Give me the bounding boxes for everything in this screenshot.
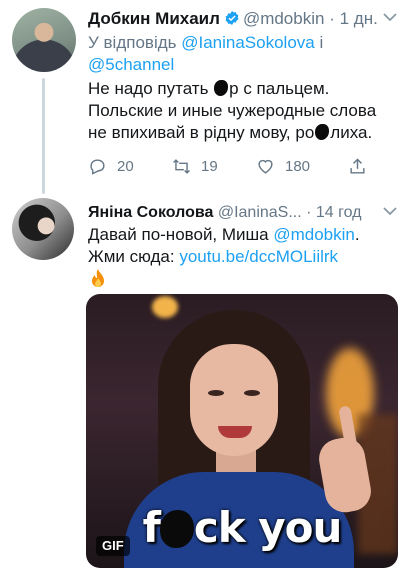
retweet-button[interactable]: 19 (172, 155, 218, 177)
reply-prefix: У відповідь (88, 33, 177, 52)
verified-badge-icon (225, 11, 239, 25)
text-line: Жми сюда: (88, 247, 180, 266)
author-name[interactable]: Добкин Михаил (88, 9, 220, 28)
retweet-icon (173, 158, 190, 174)
text-line: Не надо путать (88, 79, 214, 98)
gif-media[interactable]: f ck you GIF (86, 294, 398, 568)
censor-blot (159, 510, 194, 548)
text-line: Польские и иные чужеродные слова (88, 101, 377, 120)
tweet-timestamp[interactable]: 14 год (316, 204, 362, 221)
fire-emoji-icon (92, 269, 104, 287)
heart-icon (258, 159, 273, 174)
tweet-sokolova: Яніна Соколова @IaninaS... · 14 год Дава… (0, 190, 409, 579)
tweet-dobkin: Добкин Михаил @mdobkin · 1 дн. У відповід… (0, 0, 409, 194)
separator-dot: · (306, 204, 312, 221)
like-count: 180 (285, 157, 311, 175)
tweet-timestamp[interactable]: 1 дн. (340, 9, 378, 28)
avatar-sokolova[interactable] (12, 198, 74, 260)
retweet-count: 19 (201, 157, 218, 175)
chevron-down-icon[interactable] (383, 12, 397, 22)
like-button[interactable]: 180 (256, 155, 310, 177)
mention-link[interactable]: @mdobkin (273, 225, 355, 244)
thread-connector-line (42, 78, 45, 194)
share-button[interactable] (348, 155, 377, 177)
text-line: не впихивай в рідну мову, ро (88, 123, 315, 142)
gif-badge: GIF (96, 536, 130, 556)
tweet-header: Яніна Соколова @IaninaS... · 14 год (88, 202, 362, 224)
share-icon (350, 157, 365, 174)
text-line: . (354, 225, 360, 244)
reply-conjunction: і (319, 33, 324, 52)
reply-mention-link-2[interactable]: @5channel (88, 55, 174, 74)
text-line: лиха. (330, 123, 373, 142)
tweet-text: Не надо путать р с пальцем. Польские и и… (88, 78, 398, 144)
reply-context: У відповідь @IaninaSokolova і @5channel (88, 32, 388, 76)
reply-count: 20 (117, 157, 134, 175)
separator-dot: · (329, 9, 335, 28)
reply-button[interactable]: 20 (88, 155, 134, 177)
gif-caption: f ck you (142, 503, 343, 552)
censor-blot (315, 124, 330, 140)
tweet-actions: 20 19 180 (88, 155, 388, 177)
reply-mention-link[interactable]: @IaninaSokolova (181, 33, 315, 52)
text-line: р с пальцем. (229, 79, 330, 98)
censor-blot (214, 80, 229, 96)
chevron-down-icon[interactable] (383, 206, 397, 216)
author-handle[interactable]: @mdobkin (243, 9, 325, 28)
youtube-link[interactable]: youtu.be/dccMOLiilrk (179, 247, 338, 266)
author-handle[interactable]: @IaninaS... (218, 204, 302, 221)
tweet-text: Давай по-новой, Миша @mdobkin. Жми сюда:… (88, 224, 398, 268)
author-name[interactable]: Яніна Соколова (88, 204, 213, 221)
reply-icon (90, 158, 105, 175)
tweet-header: Добкин Михаил @mdobkin · 1 дн. (88, 8, 378, 30)
avatar-dobkin[interactable] (12, 8, 76, 72)
text-line: Давай по-новой, Миша (88, 225, 274, 244)
